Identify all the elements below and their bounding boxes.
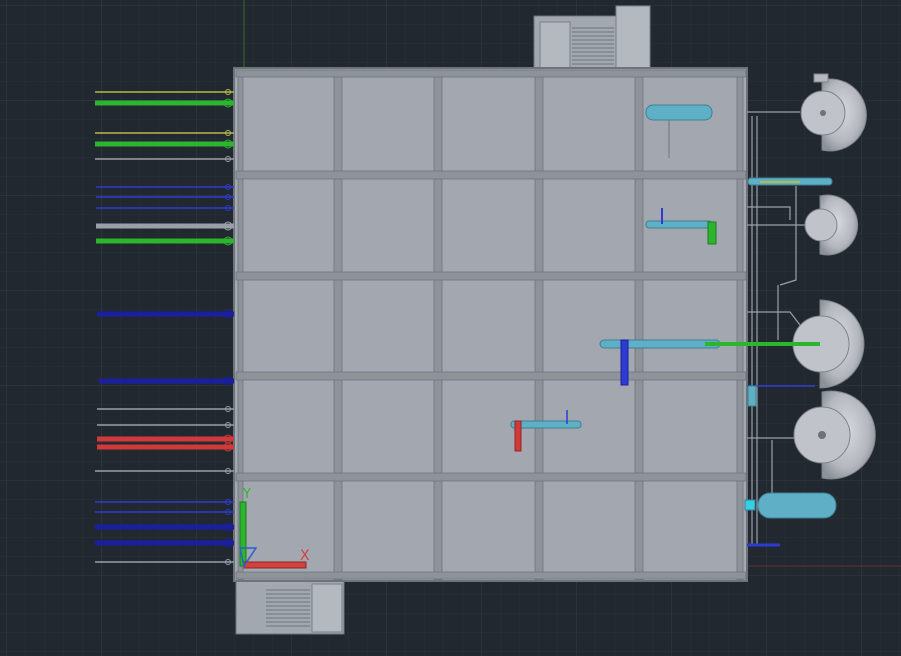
left-pipe-13[interactable] — [97, 408, 234, 410]
left-pipe-10[interactable] — [96, 238, 234, 244]
vessel-top-right[interactable] — [645, 104, 713, 121]
left-pipe-8[interactable] — [96, 207, 234, 209]
left-pipe-5[interactable] — [95, 158, 234, 160]
left-pipe-22[interactable] — [95, 561, 234, 563]
left-pipe-7[interactable] — [96, 196, 234, 198]
model-viewport[interactable]: Y X — [0, 0, 901, 656]
left-pipe-15[interactable] — [97, 436, 234, 442]
left-pipe-4[interactable] — [95, 141, 234, 147]
left-pipe-21[interactable] — [95, 540, 234, 546]
left-pipe-18[interactable] — [95, 501, 234, 503]
left-pipe-11[interactable] — [97, 311, 234, 317]
left-pipe-6[interactable] — [96, 186, 234, 188]
left-pipe-2[interactable] — [95, 100, 234, 106]
drawing-canvas[interactable]: Y X — [0, 0, 901, 656]
left-pipe-9[interactable] — [96, 223, 234, 229]
left-pipe-16[interactable] — [97, 444, 234, 450]
ucs-x-label: X — [300, 548, 310, 564]
left-pipe-12[interactable] — [99, 378, 234, 384]
left-pipe-17[interactable] — [95, 470, 234, 472]
left-pipe-1[interactable] — [95, 91, 234, 93]
left-pipe-3[interactable] — [95, 132, 234, 134]
ucs-y-label: Y — [242, 487, 251, 502]
left-pipe-19[interactable] — [95, 511, 234, 513]
floor-plan[interactable] — [233, 67, 748, 582]
left-pipe-20[interactable] — [95, 524, 234, 530]
bottom-stair-annex[interactable] — [235, 577, 345, 635]
left-pipe-14[interactable] — [97, 424, 234, 426]
top-stair-annex[interactable] — [533, 5, 651, 72]
